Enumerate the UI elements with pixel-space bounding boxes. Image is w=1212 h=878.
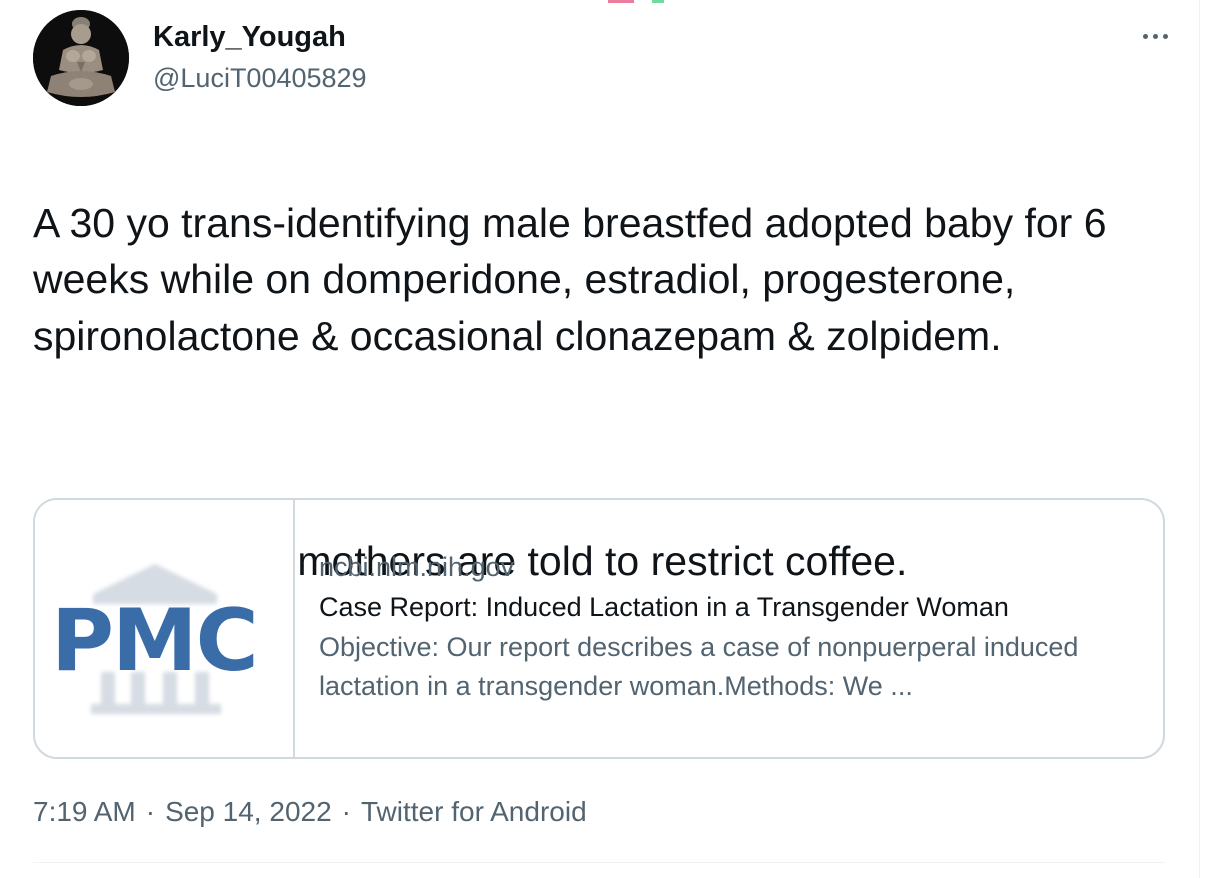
tweet-header: Karly_Yougah @LuciT00405829	[33, 10, 1173, 110]
tweet-detail: Karly_Yougah @LuciT00405829 A 30 yo tran…	[0, 0, 1212, 878]
cropped-mark-green	[652, 0, 664, 3]
card-thumbnail: PMC	[35, 500, 295, 757]
card-title: Case Report: Induced Lactation in a Tran…	[319, 592, 1009, 622]
tweet-time[interactable]: 7:19 AM	[33, 796, 136, 827]
card-description: Objective: Our report describes a case o…	[319, 632, 1079, 701]
meta-separator: ·	[341, 796, 351, 827]
tweet-date[interactable]: Sep 14, 2022	[165, 796, 332, 827]
avatar[interactable]	[33, 10, 129, 106]
cropped-mark-red	[608, 0, 634, 3]
author-handle[interactable]: @LuciT00405829	[153, 60, 367, 96]
ellipsis-icon-dot	[1152, 33, 1158, 39]
tweet-source[interactable]: Twitter for Android	[361, 796, 587, 827]
pmc-logo-text: PMC	[51, 591, 257, 691]
tweet-meta: 7:19 AM · Sep 14, 2022 · Twitter for Android	[33, 793, 587, 831]
divider	[33, 862, 1165, 863]
top-cropped-marks	[608, 0, 668, 4]
card-body: ncbi.nlm.nih.gov Case Report: Induced La…	[295, 500, 1163, 757]
avatar-figurine-image	[33, 10, 129, 106]
author-display-name[interactable]: Karly_Yougah	[153, 20, 367, 54]
more-options-button[interactable]	[1133, 18, 1177, 54]
ellipsis-icon-dot	[1162, 33, 1168, 39]
meta-separator: ·	[145, 796, 156, 827]
tweet-paragraph: A 30 yo trans-identifying male breastfed…	[33, 199, 1107, 359]
column-border	[1199, 0, 1200, 878]
user-info: Karly_Yougah @LuciT00405829	[153, 20, 367, 96]
link-preview-card[interactable]: PMC ncbi.nlm.nih.gov Case Report: Induce…	[33, 498, 1165, 759]
pmc-logo-image: PMC	[51, 564, 259, 714]
ellipsis-icon	[1142, 33, 1148, 39]
card-domain: ncbi.nlm.nih.gov	[319, 552, 515, 582]
